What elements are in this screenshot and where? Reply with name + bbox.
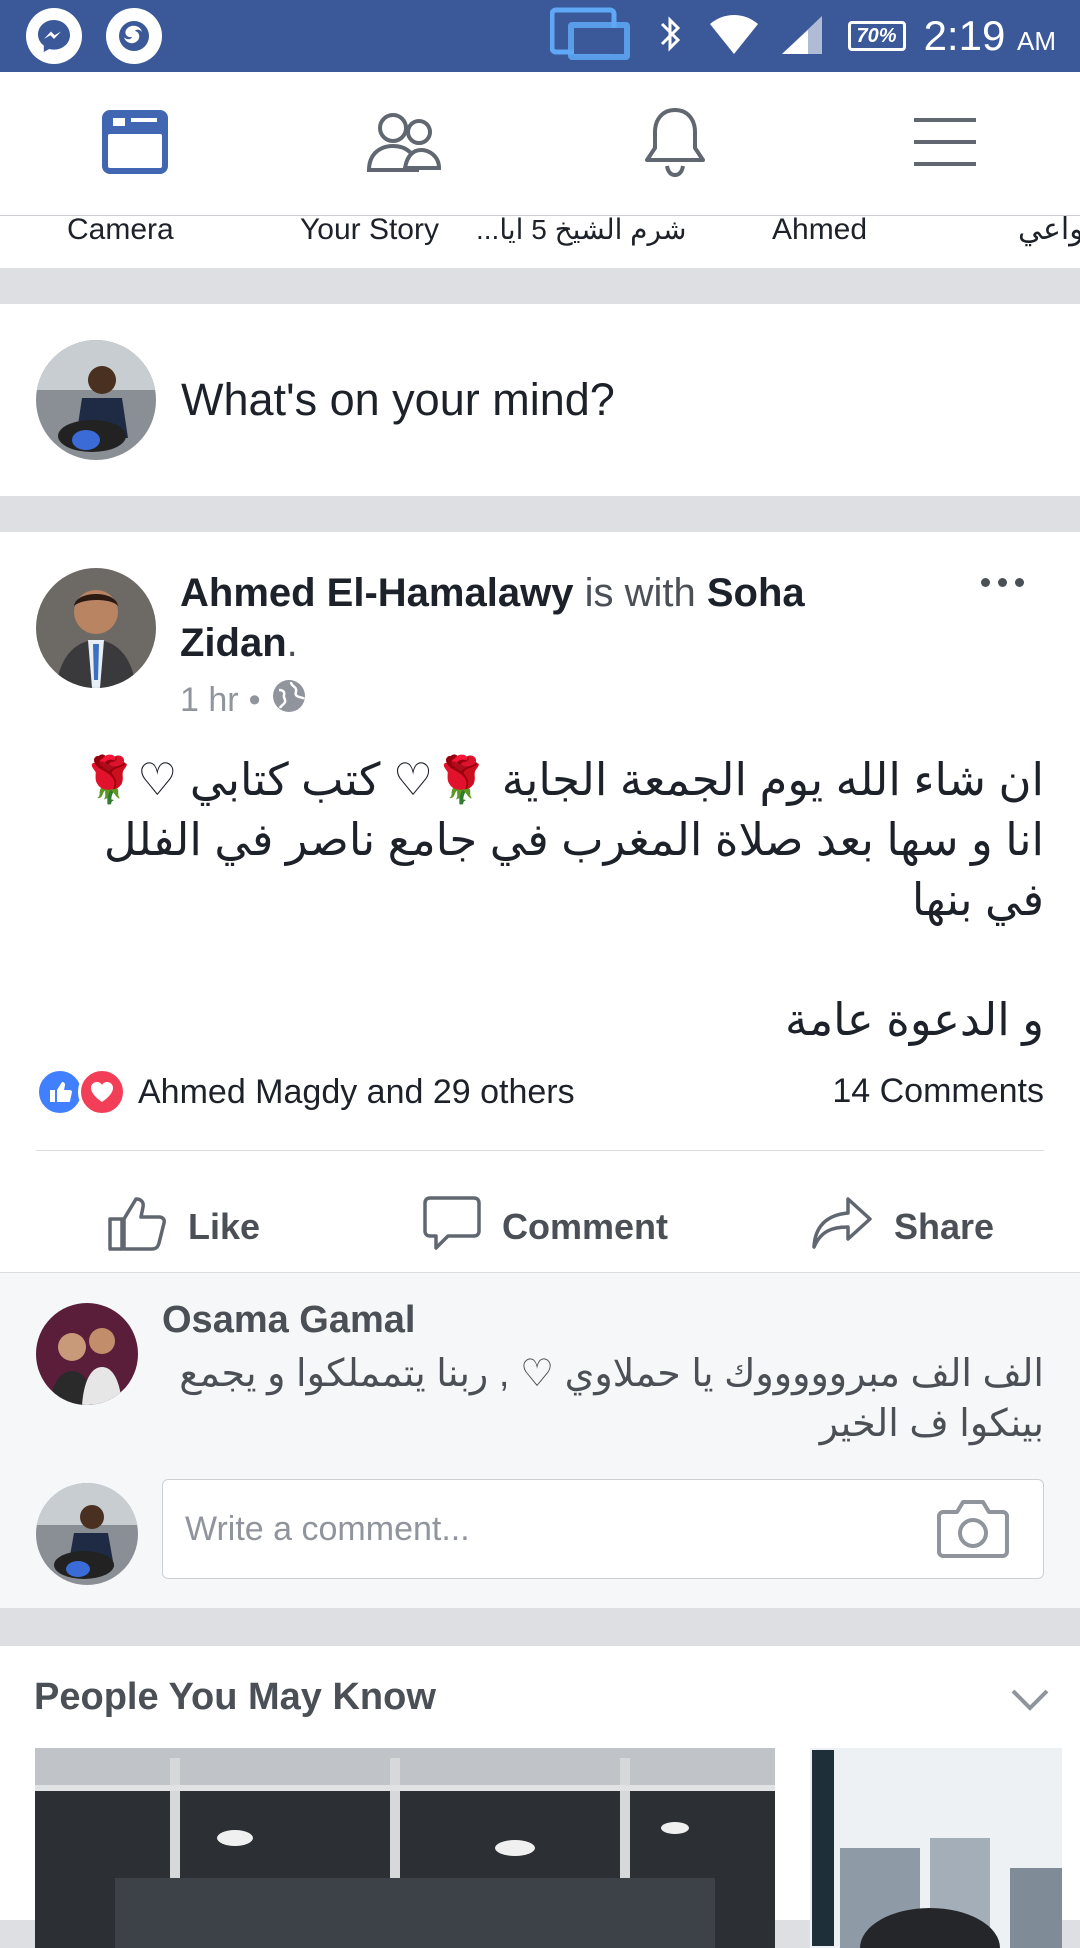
clock: 2:19 AM bbox=[923, 12, 1056, 59]
camera-icon[interactable] bbox=[937, 1498, 1009, 1565]
story-camera[interactable]: Camera bbox=[67, 216, 174, 245]
bell-icon bbox=[640, 104, 710, 185]
suggestion-photo[interactable] bbox=[35, 1748, 775, 1948]
commenter-name[interactable]: Osama Gamal bbox=[162, 1299, 415, 1342]
author-avatar[interactable] bbox=[36, 568, 156, 688]
screen-mirror-icon bbox=[549, 6, 632, 67]
more-options-button[interactable] bbox=[981, 578, 1024, 587]
divider bbox=[36, 1150, 1044, 1151]
people-you-may-know: People You May Know bbox=[0, 1646, 1080, 1948]
like-button[interactable]: Like bbox=[106, 1172, 260, 1282]
comments-count[interactable]: 14 Comments bbox=[832, 1072, 1044, 1111]
chevron-down-icon[interactable] bbox=[1010, 1688, 1050, 1717]
comment-text: الف الف مبروووووك يا حملاوي ♡ , ربنا يتم… bbox=[179, 1353, 1044, 1445]
tab-news-feed[interactable] bbox=[0, 72, 270, 216]
reactions-summary[interactable]: Ahmed Magdy and 29 others bbox=[36, 1068, 575, 1116]
tab-notifications[interactable] bbox=[540, 72, 810, 216]
post-time[interactable]: 1 hr bbox=[180, 681, 239, 720]
bluetooth-icon bbox=[650, 10, 690, 63]
post-text: و الدعوة عامة bbox=[784, 994, 1044, 1045]
post-text: ان شاء الله يوم الجمعة الجاية 🌹♡ كتب كتا… bbox=[81, 754, 1044, 925]
stories-strip: Camera Your Story شرم الشيخ 5 ايا... Ahm… bbox=[0, 216, 1080, 268]
messenger-icon bbox=[26, 8, 82, 64]
globe-icon bbox=[271, 678, 307, 723]
news-feed-icon bbox=[99, 106, 171, 183]
with-text: is with bbox=[584, 571, 696, 615]
share-arrow-icon bbox=[810, 1195, 874, 1260]
post-body: ان شاء الله يوم الجمعة الجاية 🌹♡ كتب كتا… bbox=[40, 750, 1044, 1110]
post-composer[interactable]: What's on your mind? bbox=[0, 304, 1080, 496]
reactions-text: Ahmed Magdy and 29 others bbox=[138, 1072, 575, 1111]
feed-post: Ahmed El-Hamalawy is with Soha Zidan. 1 … bbox=[0, 532, 1080, 1608]
section-title: People You May Know bbox=[34, 1676, 436, 1718]
signal-icon bbox=[778, 12, 830, 61]
suggestion-photo[interactable] bbox=[810, 1748, 1062, 1948]
comment-box[interactable] bbox=[162, 1479, 1044, 1579]
wifi-icon bbox=[708, 12, 760, 61]
comments-section: Osama Gamal الف الف مبروووووك يا حملاوي … bbox=[0, 1272, 1080, 1608]
thumbs-up-icon bbox=[106, 1193, 168, 1262]
hamburger-menu-icon bbox=[912, 116, 978, 173]
friends-icon bbox=[365, 106, 445, 183]
avatar[interactable] bbox=[36, 340, 156, 460]
tab-menu[interactable] bbox=[810, 72, 1080, 216]
speech-bubble-icon bbox=[422, 1194, 482, 1261]
battery-indicator: 70% bbox=[847, 21, 906, 51]
composer-placeholder[interactable]: What's on your mind? bbox=[181, 374, 615, 426]
write-comment-input[interactable] bbox=[185, 1504, 885, 1554]
commenter-avatar[interactable] bbox=[36, 1303, 138, 1405]
tab-friends[interactable] bbox=[270, 72, 540, 216]
comment-button[interactable]: Comment bbox=[422, 1172, 668, 1282]
author-name[interactable]: Ahmed El-Hamalawy bbox=[180, 571, 573, 615]
firefox-icon bbox=[106, 8, 162, 64]
post-meta: 1 hr • bbox=[180, 678, 307, 723]
story-item[interactable]: Ahmed bbox=[772, 216, 867, 245]
share-button[interactable]: Share bbox=[810, 1172, 994, 1282]
post-header: Ahmed El-Hamalawy is with Soha Zidan. bbox=[180, 571, 805, 665]
story-item[interactable]: واعي bbox=[1018, 216, 1080, 245]
top-navigation bbox=[0, 72, 1080, 216]
story-item[interactable]: شرم الشيخ 5 ايا... bbox=[476, 216, 686, 244]
love-reaction-icon bbox=[78, 1068, 126, 1116]
my-avatar bbox=[36, 1483, 138, 1585]
story-your-story[interactable]: Your Story bbox=[300, 216, 439, 245]
like-reaction-icon bbox=[36, 1068, 84, 1116]
status-bar: 70% 2:19 AM bbox=[0, 0, 1080, 72]
